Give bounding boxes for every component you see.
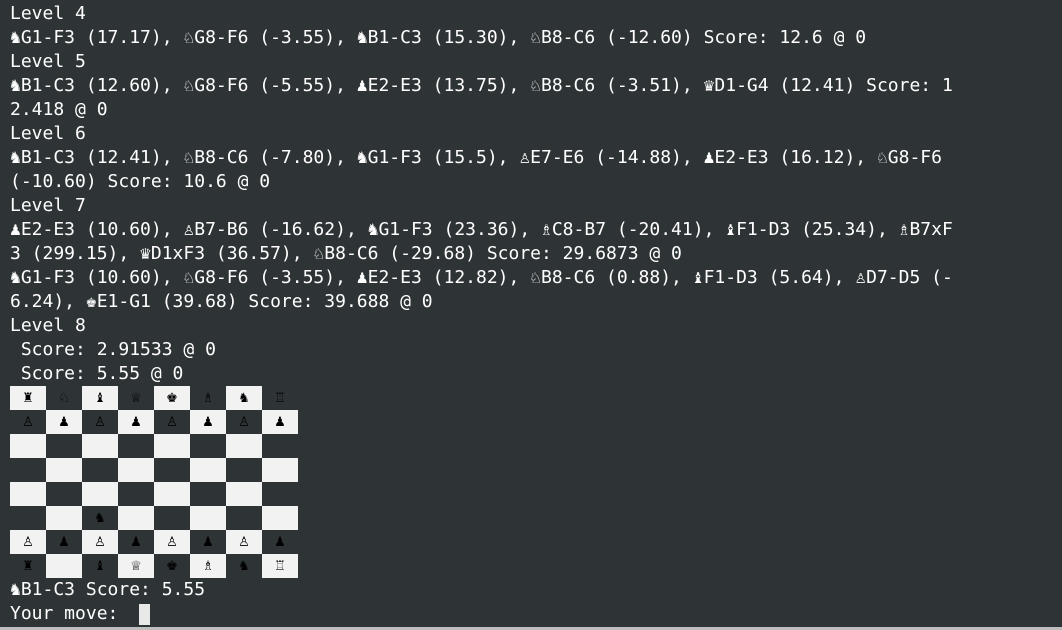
board-square: [190, 482, 226, 506]
output-line: Level 5: [10, 51, 86, 72]
board-square: ♜: [10, 554, 46, 578]
output-line: 2.418 @ 0: [10, 99, 108, 120]
board-square: ♞: [82, 506, 118, 530]
board-square: ♙: [10, 530, 46, 554]
board-square: [154, 434, 190, 458]
board-square: ♙: [154, 410, 190, 434]
prompt-line[interactable]: Your move:: [10, 602, 1062, 626]
board-square: [118, 482, 154, 506]
output-line: Level 7: [10, 195, 86, 216]
board-square: [46, 554, 82, 578]
board-square: [10, 434, 46, 458]
board-square: ♙: [154, 530, 190, 554]
board-square: ♚: [154, 554, 190, 578]
board-square: [10, 458, 46, 482]
output-line: Level 6: [10, 123, 86, 144]
output-line: ♞G1-F3 (10.60), ♘G8-F6 (-3.55), ♟E2-E3 (…: [10, 267, 953, 288]
board-square: [118, 458, 154, 482]
board-square: [82, 458, 118, 482]
board-square: ♞: [226, 386, 262, 410]
output-line: 6.24), ♚E1-G1 (39.68) Score: 39.688 @ 0: [10, 291, 433, 312]
board-square: [46, 506, 82, 530]
board-square: ♟: [190, 410, 226, 434]
output-line: ♞B1-C3 (12.60), ♘G8-F6 (-5.55), ♟E2-E3 (…: [10, 75, 953, 96]
board-square: ♟: [118, 530, 154, 554]
board-square: [226, 506, 262, 530]
board-square: ♖: [262, 386, 298, 410]
board-square: [190, 506, 226, 530]
board-square: [262, 458, 298, 482]
board-square: ♖: [262, 554, 298, 578]
output-line: ♞G1-F3 (17.17), ♘G8-F6 (-3.55), ♞B1-C3 (…: [10, 27, 867, 48]
board-square: ♝: [82, 386, 118, 410]
board-square: ♙: [226, 530, 262, 554]
board-square: ♘: [46, 386, 82, 410]
board-square: [118, 506, 154, 530]
board-square: ♗: [190, 554, 226, 578]
output-line: Score: 2.91533 @ 0: [10, 339, 216, 360]
board-square: [118, 434, 154, 458]
board-square: ♙: [82, 530, 118, 554]
board-square: ♟: [46, 530, 82, 554]
board-square: ♟: [118, 410, 154, 434]
board-square: ♕: [118, 386, 154, 410]
board-square: [154, 458, 190, 482]
board-square: ♟: [262, 530, 298, 554]
board-square: [46, 458, 82, 482]
board-square: ♙: [82, 410, 118, 434]
board-square: [46, 482, 82, 506]
board-square: ♜: [10, 386, 46, 410]
move-prompt: Your move:: [10, 603, 130, 624]
last-move-line: ♞B1-C3 Score: 5.55: [10, 579, 206, 600]
board-square: [10, 482, 46, 506]
board-square: [82, 482, 118, 506]
board-square: ♟: [262, 410, 298, 434]
chess-board: ♜ ♘ ♝ ♕ ♚ ♗ ♞ ♖ ♙ ♟ ♙ ♟ ♙ ♟ ♙ ♟ ♞ ♙ ♟ ♙ ♟ ♙ ♟ ♙ ♟ ♜ ♝ ♕ ♚ ♗ ♞ ♖: [10, 386, 298, 578]
output-line: ♟E2-E3 (10.60), ♙B7-B6 (-16.62), ♞G1-F3 …: [10, 219, 953, 240]
board-square: [154, 506, 190, 530]
board-square: ♝: [82, 554, 118, 578]
board-square: [226, 458, 262, 482]
output-line: Level 4: [10, 3, 86, 24]
output-line: Score: 5.55 @ 0: [10, 363, 184, 384]
board-square: ♙: [226, 410, 262, 434]
board-square: ♞: [226, 554, 262, 578]
board-square: ♕: [118, 554, 154, 578]
board-square: [190, 434, 226, 458]
board-square: ♗: [190, 386, 226, 410]
board-square: [190, 458, 226, 482]
board-square: [46, 434, 82, 458]
engine-output: Level 4 ♞G1-F3 (17.17), ♘G8-F6 (-3.55), ♞…: [10, 2, 1062, 386]
board-square: [262, 506, 298, 530]
output-line: Level 8: [10, 315, 86, 336]
board-square: [226, 434, 262, 458]
board-square: [262, 482, 298, 506]
board-square: ♟: [46, 410, 82, 434]
text-cursor[interactable]: [139, 603, 151, 625]
output-line: (-10.60) Score: 10.6 @ 0: [10, 171, 271, 192]
output-line: ♞B1-C3 (12.41), ♘B8-C6 (-7.80), ♞G1-F3 (…: [10, 147, 942, 168]
board-square: ♟: [190, 530, 226, 554]
board-square: ♙: [10, 410, 46, 434]
board-square: [10, 506, 46, 530]
board-square: [262, 434, 298, 458]
board-square: [226, 482, 262, 506]
board-square: ♚: [154, 386, 190, 410]
board-square: [154, 482, 190, 506]
output-line: 3 (299.15), ♛D1xF3 (36.57), ♘B8-C6 (-29.…: [10, 243, 682, 264]
board-square: [82, 434, 118, 458]
terminal-window: Level 4 ♞G1-F3 (17.17), ♘G8-F6 (-3.55), ♞…: [0, 0, 1062, 630]
